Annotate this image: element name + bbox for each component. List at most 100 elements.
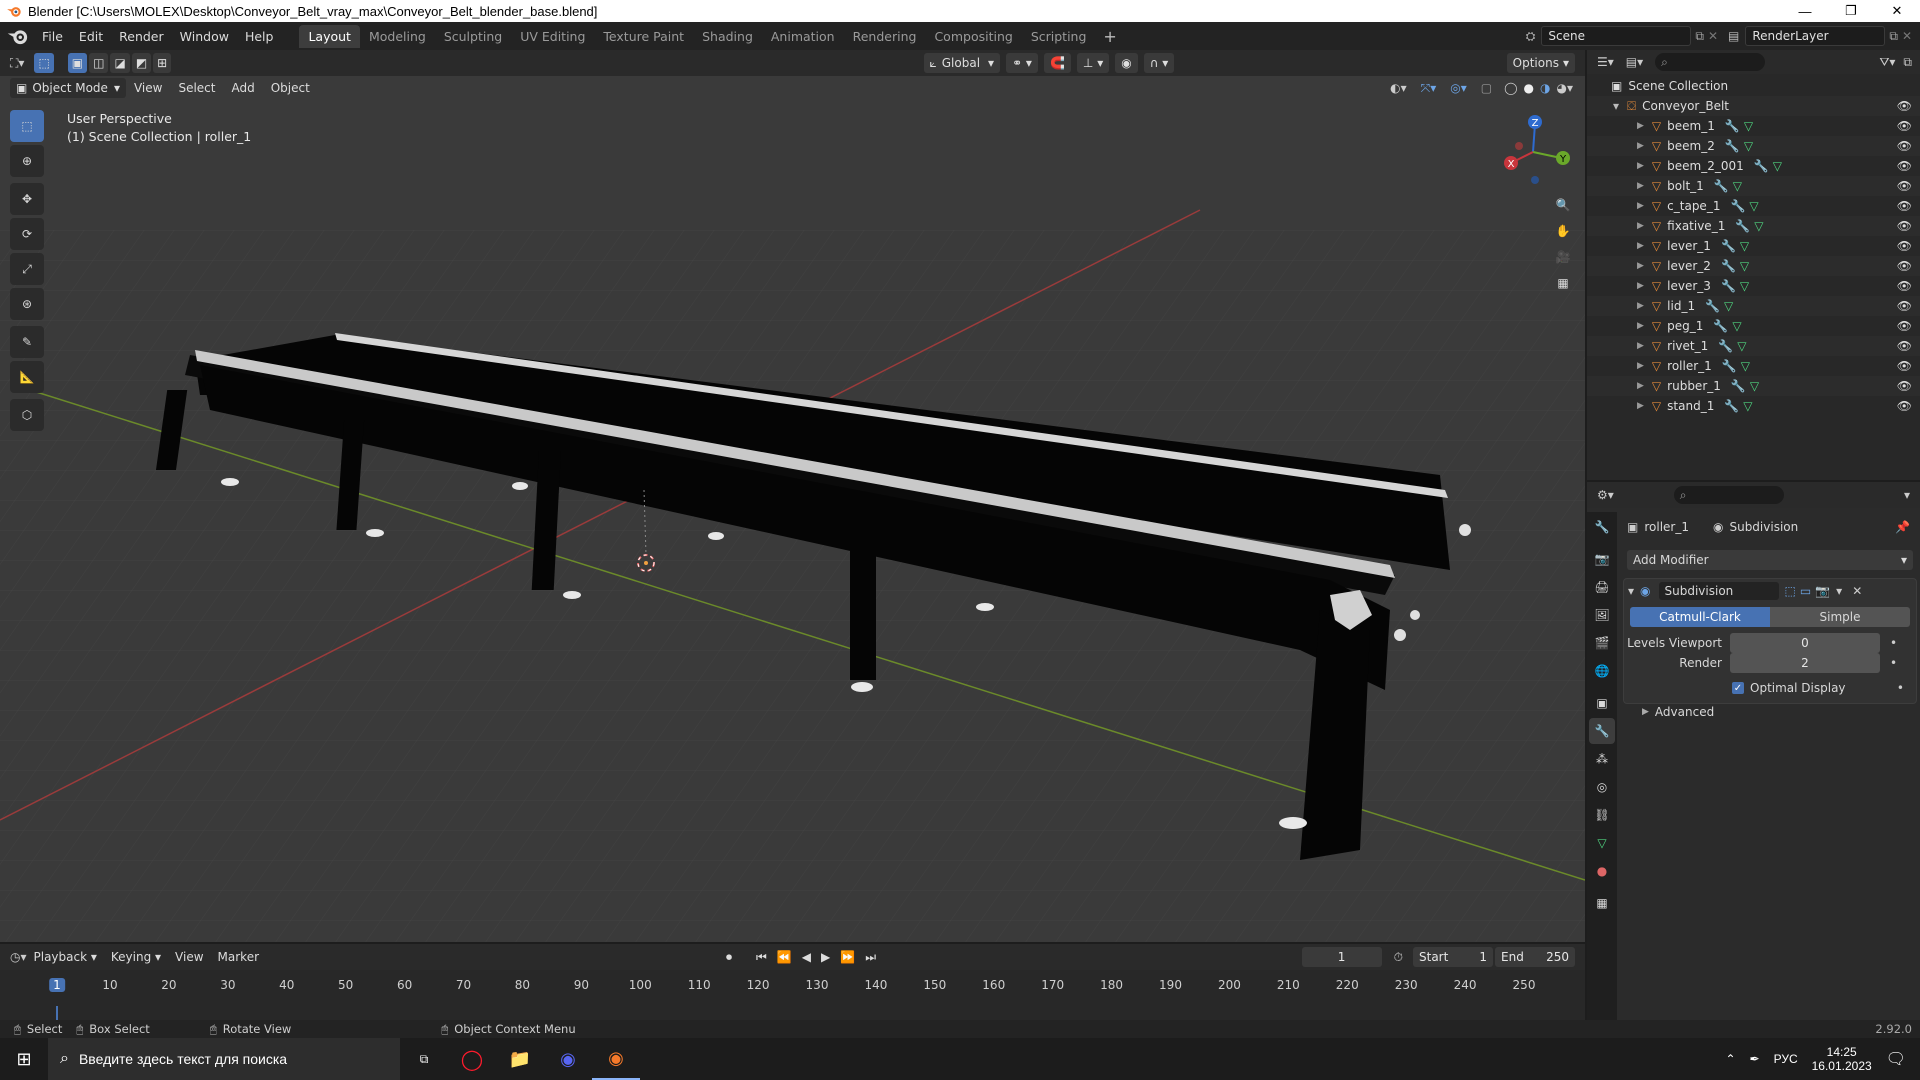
levels-viewport-field[interactable]: 0 — [1730, 633, 1880, 653]
blender-taskbar-icon[interactable]: ◉ — [592, 1038, 640, 1080]
outliner-object-row[interactable]: ▶ ▽ c_tape_1 🔧 ▽ 👁 — [1587, 196, 1920, 216]
perspective-toggle-icon[interactable]: ▦ — [1550, 270, 1576, 296]
scene-tab-icon[interactable]: 🎬 — [1589, 630, 1615, 656]
snap-toggle[interactable]: 🧲 — [1043, 53, 1071, 73]
new-collection-icon[interactable]: ⧉ — [1903, 55, 1912, 70]
render-levels-field[interactable]: 2 — [1730, 653, 1880, 673]
3d-viewport[interactable]: ⛶▾ ⬚ ▣ ◫ ◪ ◩ ⊞ ⟀ Global ▾ ⚭ ▾ 🧲 ⊥ ▾ ◉ ∩ … — [0, 50, 1585, 942]
outliner-object-row[interactable]: ▶ ▽ beem_2_001 🔧 ▽ 👁 — [1587, 156, 1920, 176]
tool-tab-icon[interactable]: 🔧 — [1589, 514, 1615, 540]
scene-selector[interactable]: Scene — [1541, 26, 1692, 46]
add-modifier-dropdown[interactable]: Add Modifier ▾ — [1627, 550, 1913, 570]
viewport-menu-view[interactable]: View — [126, 81, 170, 95]
select-intersect-icon[interactable]: ⊞ — [153, 53, 172, 73]
task-view-icon[interactable]: ⧉ — [400, 1038, 448, 1080]
outliner-search-input[interactable]: ⌕ — [1655, 53, 1766, 71]
viewport-menu-add[interactable]: Add — [223, 81, 262, 95]
expand-arrow-icon[interactable]: ▶ — [1637, 161, 1644, 171]
visibility-eye-icon[interactable]: ◐▾ — [1390, 81, 1407, 95]
display-mode-icon[interactable]: ▤▾ — [1626, 55, 1643, 69]
eye-icon[interactable]: 👁 — [1897, 299, 1912, 313]
new-scene-icon[interactable]: ⧉ — [1695, 29, 1704, 44]
expand-arrow-icon[interactable]: ▶ — [1637, 121, 1644, 131]
file-explorer-icon[interactable]: 📁 — [496, 1038, 544, 1080]
modifier-menu-icon[interactable]: ▾ — [1836, 584, 1842, 598]
proportional-falloff-dropdown[interactable]: ∩ ▾ — [1143, 53, 1175, 73]
expand-arrow-icon[interactable]: ▶ — [1637, 361, 1644, 371]
expand-arrow-icon[interactable]: ▶ — [1637, 221, 1644, 231]
eye-icon[interactable]: 👁 — [1897, 119, 1912, 133]
tab-animation[interactable]: Animation — [762, 25, 844, 48]
eye-icon[interactable]: 👁 — [1897, 279, 1912, 293]
menu-edit[interactable]: Edit — [71, 29, 111, 44]
view-layer-tab-icon[interactable]: 🖼 — [1589, 602, 1615, 628]
select-extend-icon[interactable]: ◫ — [89, 53, 109, 73]
camera-view-icon[interactable]: 🎥 — [1550, 244, 1576, 270]
expand-arrow-icon[interactable]: ▶ — [1637, 261, 1644, 271]
tab-sculpting[interactable]: Sculpting — [435, 25, 511, 48]
outliner-object-row[interactable]: ▶ ▽ rivet_1 🔧 ▽ 👁 — [1587, 336, 1920, 356]
pan-hand-icon[interactable]: ✋ — [1550, 218, 1576, 244]
tab-uv-editing[interactable]: UV Editing — [511, 25, 594, 48]
jump-keyframe-forward-icon[interactable]: ⏩ — [840, 950, 855, 964]
eye-icon[interactable]: 👁 — [1897, 159, 1912, 173]
clock[interactable]: 14:25 16.01.2023 — [1812, 1045, 1872, 1073]
filter-icon[interactable]: ⛛▾ — [1879, 55, 1895, 70]
close-button[interactable]: ✕ — [1874, 3, 1920, 19]
render-tab-icon[interactable]: 📷 — [1589, 546, 1615, 572]
solid-shading-icon[interactable]: ● — [1524, 81, 1534, 95]
jump-keyframe-back-icon[interactable]: ⏪ — [777, 950, 792, 964]
editor-type-icon[interactable]: ⛶▾ — [10, 56, 24, 71]
measure-tool-icon[interactable]: 📐 — [10, 361, 44, 393]
eye-icon[interactable]: 👁 — [1897, 379, 1912, 393]
pen-icon[interactable]: ✒ — [1750, 1052, 1760, 1066]
expand-arrow-icon[interactable]: ▾ — [1613, 99, 1619, 113]
rotate-tool-icon[interactable]: ⟳ — [10, 218, 44, 250]
minimize-button[interactable]: — — [1782, 4, 1828, 19]
opera-icon[interactable]: ◯ — [448, 1038, 496, 1080]
play-reverse-icon[interactable]: ◀ — [802, 950, 811, 964]
maximize-button[interactable]: ❐ — [1828, 3, 1874, 19]
outliner-object-row[interactable]: ▶ ▽ fixative_1 🔧 ▽ 👁 — [1587, 216, 1920, 236]
add-cube-tool-icon[interactable]: ⬡ — [10, 399, 44, 431]
outliner-object-row[interactable]: ▶ ▽ lid_1 🔧 ▽ 👁 — [1587, 296, 1920, 316]
taskbar-search-input[interactable]: ⌕ Введите здесь текст для поиска — [48, 1038, 400, 1080]
expand-arrow-icon[interactable]: ▶ — [1637, 301, 1644, 311]
outliner-object-row[interactable]: ▶ ▽ rubber_1 🔧 ▽ 👁 — [1587, 376, 1920, 396]
transform-tool-icon[interactable]: ⊛ — [10, 288, 44, 320]
eye-icon[interactable]: 👁 — [1897, 399, 1912, 413]
output-tab-icon[interactable]: 🖨 — [1589, 574, 1615, 600]
select-box-tool-icon[interactable]: ⬚ — [10, 110, 44, 142]
end-frame-field[interactable]: End 250 — [1495, 947, 1575, 967]
viewport-menu-select[interactable]: Select — [170, 81, 223, 95]
timeline-menu-playback[interactable]: Playback ▾ — [27, 950, 104, 964]
select-invert-icon[interactable]: ◩ — [131, 53, 152, 73]
remove-modifier-icon[interactable]: ✕ — [1852, 584, 1862, 598]
language-indicator[interactable]: РУС — [1774, 1052, 1798, 1066]
tab-compositing[interactable]: Compositing — [925, 25, 1021, 48]
constraints-tab-icon[interactable]: ⛓ — [1589, 802, 1615, 828]
object-tab-icon[interactable]: ▣ — [1589, 690, 1615, 716]
proportional-edit-toggle[interactable]: ◉ — [1115, 53, 1138, 73]
timeline-ruler[interactable]: 1 10 20 30 40 50 60 70 80 90 100 110 120 130 140 150 160… — [0, 970, 1585, 1024]
timeline-editor-icon[interactable]: ◷▾ — [10, 950, 27, 964]
select-subtract-icon[interactable]: ◪ — [110, 53, 130, 73]
notifications-icon[interactable]: 🗨 — [1886, 1049, 1906, 1069]
catmull-clark-button[interactable]: Catmull-Clark — [1630, 607, 1770, 627]
timeline-menu-keying[interactable]: Keying ▾ — [104, 950, 168, 964]
overlays-toggle-icon[interactable]: ◎▾ — [1450, 81, 1467, 95]
options-dropdown[interactable]: Options ▾ — [1506, 53, 1575, 73]
keyframe-dot-icon[interactable]: • — [1897, 681, 1904, 695]
select-tool-icon[interactable]: ⬚ — [34, 53, 54, 73]
outliner-object-row[interactable]: ▶ ▽ lever_3 🔧 ▽ 👁 — [1587, 276, 1920, 296]
eye-icon[interactable]: 👁 — [1897, 179, 1912, 193]
outliner-object-row[interactable]: ▶ ▽ bolt_1 🔧 ▽ 👁 — [1587, 176, 1920, 196]
outliner-object-row[interactable]: ▶ ▽ lever_1 🔧 ▽ 👁 — [1587, 236, 1920, 256]
expand-arrow-icon[interactable]: ▶ — [1637, 201, 1644, 211]
eye-icon[interactable]: 👁 — [1897, 259, 1912, 273]
keyframe-dot-icon[interactable]: • — [1890, 636, 1897, 650]
tab-shading[interactable]: Shading — [693, 25, 762, 48]
properties-editor-icon[interactable]: ⚙▾ — [1597, 488, 1614, 502]
outliner-object-row[interactable]: ▶ ▽ beem_2 🔧 ▽ 👁 — [1587, 136, 1920, 156]
stopwatch-icon[interactable]: ⏱ — [1394, 950, 1403, 965]
